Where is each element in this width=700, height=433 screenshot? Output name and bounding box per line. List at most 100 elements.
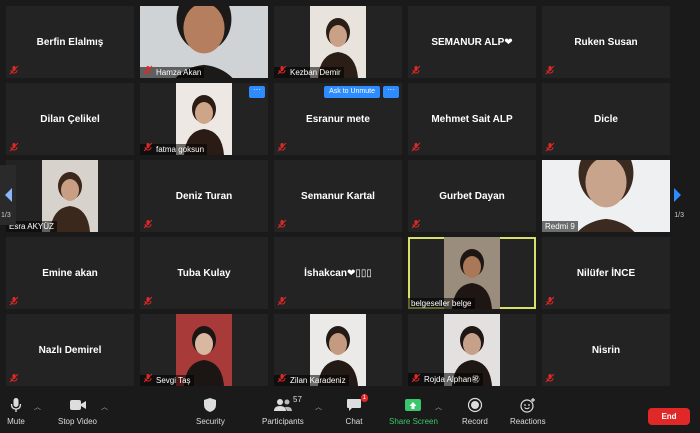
participant-name: Semanur Kartal (301, 190, 375, 202)
participant-name: Dicle (594, 113, 618, 125)
video-options-caret[interactable]: ︿ (101, 402, 108, 412)
participants-options-caret[interactable]: ︿ (315, 402, 322, 412)
participant-tile[interactable]: Gurbet Dayan (408, 160, 536, 232)
participant-tile[interactable]: Kezban Demir (274, 6, 402, 78)
share-screen-label: Share Screen (389, 417, 438, 426)
participant-tile[interactable]: fatma goksun ··· (140, 83, 268, 155)
stop-video-label: Stop Video (58, 417, 97, 426)
more-options-button[interactable]: ··· (249, 86, 265, 98)
mic-muted-icon (9, 65, 19, 75)
participant-tile[interactable]: Nazlı Demirel (6, 314, 134, 386)
participants-count: 57 (293, 395, 302, 404)
mic-muted-icon (9, 373, 19, 383)
share-screen-button[interactable]: Share Screen (389, 396, 438, 426)
mic-muted-icon (143, 65, 153, 75)
mic-muted-icon (277, 219, 287, 229)
participant-tile[interactable]: Redmi 9 (542, 160, 670, 232)
participant-name: Nisrin (591, 344, 621, 356)
participant-tile[interactable]: Esra AKYÜZ (6, 160, 134, 232)
meeting-toolbar: Mute ︿ Stop Video ︿ Security Participant… (0, 394, 700, 433)
participant-tile[interactable]: SEMANUR ALP❤ (408, 6, 536, 78)
participant-tile[interactable]: İshakcan❤▯▯▯ (274, 237, 402, 309)
participant-name: Nazlı Demirel (38, 344, 102, 356)
participant-tile[interactable]: Nisrin (542, 314, 670, 386)
participant-tile[interactable]: Mehmet Sait ALP (408, 83, 536, 155)
participant-tile[interactable]: Nilüfer İNCE (542, 237, 670, 309)
end-meeting-button[interactable]: End (648, 408, 690, 425)
mic-muted-icon (277, 142, 287, 152)
participant-tile[interactable]: Esranur mete Ask to Unmute ··· (274, 83, 402, 155)
participant-name: İshakcan❤▯▯▯ (304, 267, 372, 279)
participant-tile[interactable]: Emine akan (6, 237, 134, 309)
participant-tile[interactable]: Deniz Turan (140, 160, 268, 232)
participant-name: Tuba Kulay (177, 267, 231, 279)
mic-muted-icon (545, 296, 555, 306)
participant-tile[interactable]: Berfin Elalmış (6, 6, 134, 78)
participant-name: Gurbet Dayan (439, 190, 505, 202)
participant-tile[interactable]: Semanur Kartal (274, 160, 402, 232)
mic-muted-icon (143, 373, 153, 383)
share-options-caret[interactable]: ︿ (435, 402, 442, 412)
participant-tile[interactable]: Dilan Çelikel (6, 83, 134, 155)
mute-label: Mute (7, 417, 25, 426)
reactions-label: Reactions (510, 417, 546, 426)
mute-button[interactable]: Mute (6, 396, 26, 426)
more-options-button[interactable]: ··· (383, 86, 399, 98)
mic-muted-icon (143, 219, 153, 229)
mute-options-caret[interactable]: ︿ (34, 402, 41, 412)
mic-muted-icon (411, 373, 421, 383)
mic-muted-icon (545, 373, 555, 383)
chat-label: Chat (345, 417, 363, 426)
chat-unread-badge: 1 (360, 394, 368, 402)
page-indicator-right: 1/3 (674, 212, 684, 219)
participant-name: Nilüfer İNCE (576, 267, 636, 279)
security-label: Security (196, 417, 225, 426)
mic-muted-icon (411, 65, 421, 75)
participant-tile[interactable]: Ruken Susan (542, 6, 670, 78)
participant-tile[interactable]: Hamza Akan (140, 6, 268, 78)
chevron-right-icon (674, 188, 681, 202)
participant-name: Dilan Çelikel (40, 113, 100, 125)
participants-label: Participants (262, 417, 304, 426)
mic-muted-icon (545, 65, 555, 75)
microphone-icon (10, 398, 22, 412)
participant-tile[interactable]: Sevgi Taş (140, 314, 268, 386)
smiley-add-icon (520, 398, 535, 413)
record-label: Record (462, 417, 488, 426)
record-icon (467, 397, 482, 413)
page-indicator-left: 1/3 (1, 212, 11, 219)
ask-to-unmute-button[interactable]: Ask to Unmute (324, 86, 380, 98)
participant-tile[interactable]: Tuba Kulay (140, 237, 268, 309)
mic-muted-icon (411, 142, 421, 152)
participant-name: Berfin Elalmış (36, 36, 104, 48)
participant-tile[interactable]: Dicle (542, 83, 670, 155)
mic-muted-icon (277, 373, 287, 383)
participant-name: Mehmet Sait ALP (431, 113, 513, 125)
participant-grid: Berfin Elalmış Hamza Akan Kezban Demir SEMA… (6, 6, 670, 390)
mic-muted-icon (277, 65, 287, 75)
stop-video-button[interactable]: Stop Video (58, 396, 97, 426)
participant-tile[interactable]: belgeseller belge (408, 237, 536, 309)
participants-icon (273, 399, 292, 411)
participant-name: SEMANUR ALP❤ (431, 36, 513, 48)
participant-label: belgeseller belge (408, 298, 475, 309)
reactions-button[interactable]: Reactions (510, 396, 546, 426)
security-button[interactable]: Security (196, 396, 225, 426)
chat-bubble-icon (347, 399, 361, 411)
chat-button[interactable]: 1 Chat (344, 394, 368, 426)
participant-tile[interactable]: Rojda Alphan㊗ (408, 314, 536, 386)
participant-label: Redmi 9 (542, 221, 578, 232)
shield-icon (204, 398, 217, 412)
mic-muted-icon (411, 219, 421, 229)
mic-muted-icon (277, 296, 287, 306)
video-camera-icon (69, 400, 86, 410)
participant-name: Emine akan (42, 267, 98, 279)
chevron-left-icon (5, 188, 12, 202)
record-button[interactable]: Record (462, 396, 488, 426)
participant-name: Ruken Susan (574, 36, 638, 48)
mic-muted-icon (9, 296, 19, 306)
share-screen-icon (405, 399, 422, 411)
participant-name: Deniz Turan (175, 190, 233, 202)
mic-muted-icon (143, 142, 153, 152)
participant-tile[interactable]: Zilan Karadeniz (274, 314, 402, 386)
